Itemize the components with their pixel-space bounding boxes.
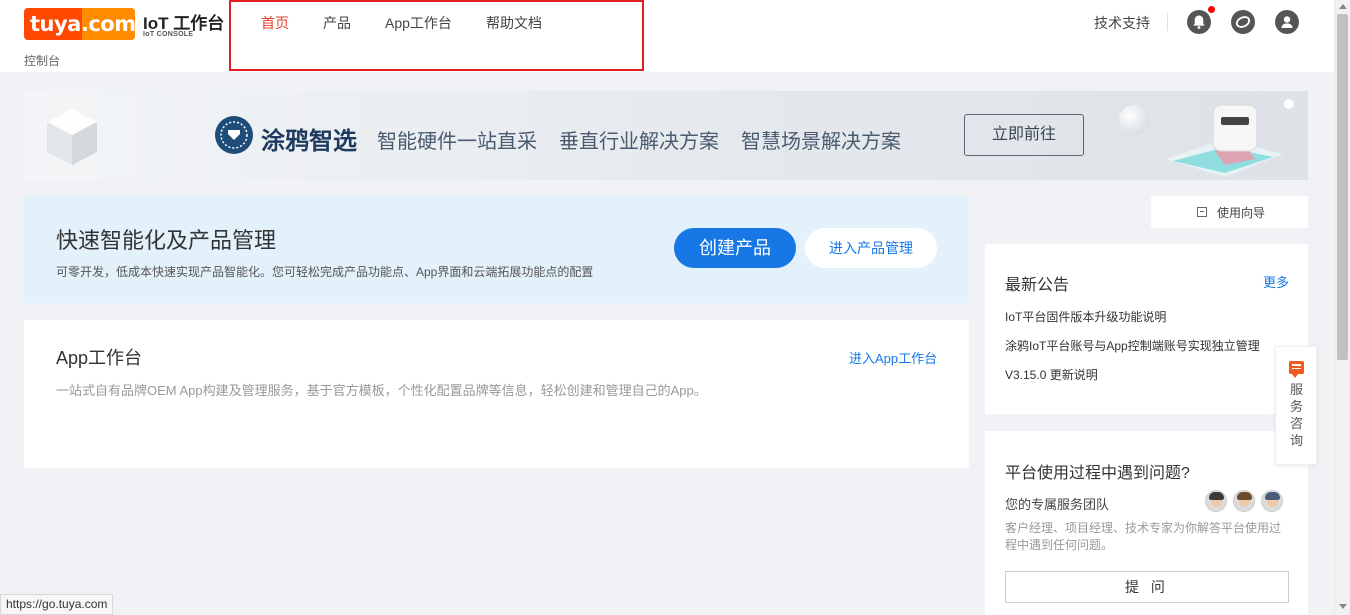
- carousel-dot-4[interactable]: [1284, 163, 1294, 173]
- service-team-label: 您的专属服务团队: [1005, 497, 1110, 512]
- logo-text: tuya.com: [30, 12, 135, 36]
- notice-more-link[interactable]: 更多: [1263, 272, 1289, 291]
- carousel-dot-1[interactable]: [1284, 99, 1294, 109]
- nav-home[interactable]: 首页: [261, 13, 289, 33]
- brand-subtitle: IoT CONSOLE: [143, 31, 194, 38]
- tuya-select-logo-icon: [215, 116, 253, 154]
- avatar: [1233, 490, 1255, 512]
- scroll-thumb[interactable]: [1337, 14, 1348, 360]
- nav-highlight-box: [229, 0, 644, 71]
- nav-products[interactable]: 产品: [323, 13, 351, 33]
- help-title: 平台使用过程中遇到问题?: [1005, 465, 1190, 482]
- top-header: tuya.com IoT 工作台 IoT CONSOLE 控制台 首页 产品 A…: [0, 0, 1334, 72]
- guide-icon: [1197, 207, 1207, 217]
- bell-icon[interactable]: [1187, 10, 1211, 34]
- banner-brand: 涂鸦智选: [261, 128, 357, 155]
- notice-item[interactable]: V3.15.0 更新说明: [1005, 366, 1098, 383]
- nav-help-docs[interactable]: 帮助文档: [486, 13, 542, 33]
- usage-guide-label: 使用向导: [1217, 206, 1266, 220]
- app-workbench-title: App工作台: [56, 348, 143, 368]
- cube-decoration-icon: [47, 109, 97, 165]
- notification-dot: [1208, 6, 1215, 13]
- carousel-dot-3[interactable]: [1284, 143, 1294, 153]
- user-icon[interactable]: [1275, 10, 1299, 34]
- service-consult-float[interactable]: 服务咨询: [1275, 346, 1317, 465]
- page-scrollbar[interactable]: [1334, 0, 1350, 615]
- nav-app-workbench[interactable]: App工作台: [385, 13, 452, 33]
- app-workbench-card: App工作台 进入App工作台 一站式自有品牌OEM App构建及管理服务，基于…: [24, 320, 969, 468]
- console-breadcrumb[interactable]: 控制台: [24, 52, 60, 69]
- tech-support-link[interactable]: 技术支持: [1094, 13, 1150, 33]
- avatar: [1205, 490, 1227, 512]
- notice-card: 最新公告 更多 IoT平台固件版本升级功能说明 涂鸦IoT平台账号与App控制端…: [985, 244, 1308, 414]
- avatar: [1261, 490, 1283, 512]
- create-product-button[interactable]: 创建产品: [674, 228, 796, 268]
- scroll-up-arrow-icon[interactable]: [1339, 4, 1347, 9]
- notice-item[interactable]: 涂鸦IoT平台账号与App控制端账号实现独立管理: [1005, 337, 1260, 354]
- ball-decoration: [1119, 105, 1149, 135]
- notice-title: 最新公告: [1005, 277, 1070, 294]
- header-divider: [1167, 13, 1168, 31]
- quick-smart-card: 快速智能化及产品管理 可零开发，低成本快速实现产品智能化。您可轻松完成产品功能点…: [24, 196, 969, 303]
- help-card: 平台使用过程中遇到问题? 您的专属服务团队 客户经理、项目经理、技术专家为你解答…: [985, 431, 1308, 615]
- smart-device-image: [1165, 104, 1283, 177]
- banner-tagline-2: 垂直行业解决方案: [559, 131, 719, 153]
- tuya-logo[interactable]: tuya.com: [24, 8, 135, 40]
- promo-banner[interactable]: 涂鸦智选 智能硬件一站直采 垂直行业解决方案 智慧场景解决方案 立即前往: [25, 91, 1308, 180]
- quick-card-title: 快速智能化及产品管理: [56, 228, 277, 253]
- ask-question-button[interactable]: 提 问: [1005, 571, 1289, 603]
- product-management-button[interactable]: 进入产品管理: [805, 228, 937, 268]
- quick-card-description: 可零开发，低成本快速实现产品智能化。您可轻松完成产品功能点、App界面和云端拓展…: [56, 265, 594, 279]
- usage-guide-button[interactable]: 使用向导: [1151, 196, 1308, 228]
- help-description: 客户经理、项目经理、技术专家为你解答平台使用过程中遇到任何问题。: [1005, 521, 1282, 552]
- notice-item[interactable]: IoT平台固件版本升级功能说明: [1005, 308, 1166, 325]
- app-workbench-description: 一站式自有品牌OEM App构建及管理服务，基于官方模板，个性化配置品牌等信息，…: [56, 383, 707, 398]
- scroll-down-arrow-icon[interactable]: [1339, 604, 1347, 609]
- message-icon[interactable]: [1231, 10, 1255, 34]
- service-consult-label: 服务咨询: [1290, 382, 1304, 448]
- chat-icon: [1289, 361, 1304, 378]
- banner-go-button[interactable]: 立即前往: [964, 114, 1084, 156]
- status-bar-url: https://go.tuya.com: [0, 594, 114, 615]
- banner-tagline-3: 智慧场景解决方案: [741, 131, 901, 153]
- enter-app-workbench-link[interactable]: 进入App工作台: [849, 348, 937, 367]
- banner-tagline-1: 智能硬件一站直采: [377, 131, 537, 153]
- carousel-dot-2[interactable]: [1284, 121, 1294, 131]
